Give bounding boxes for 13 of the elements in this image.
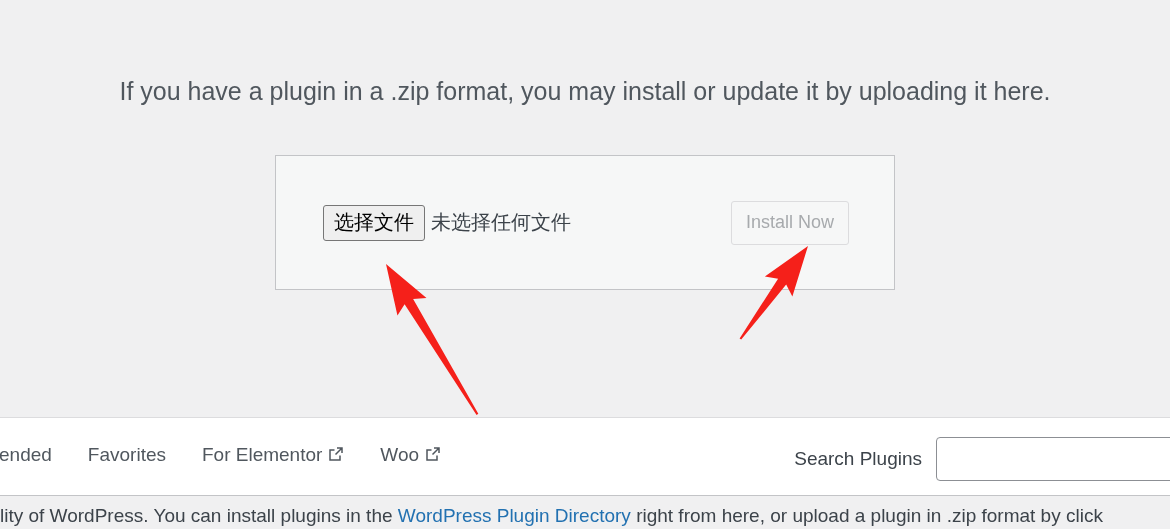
plugin-directory-link[interactable]: WordPress Plugin Directory bbox=[397, 505, 631, 526]
search-field[interactable] bbox=[936, 436, 1170, 481]
file-status: 未选择任何文件 bbox=[431, 210, 571, 235]
external-link-icon bbox=[425, 446, 442, 462]
plugin-tab[interactable]: ended bbox=[0, 436, 52, 477]
choose-file-button[interactable]: 选择文件 bbox=[323, 204, 425, 241]
plugins-description: lity of WordPress. You can install plugins in the WordPress Plugin Directory right from here, or upload a plugin in .zip format by click bbox=[0, 505, 1104, 527]
external-link-icon bbox=[328, 446, 345, 462]
search-label: Search Plugins bbox=[794, 447, 922, 470]
plugin-tab[interactable]: Favorites bbox=[87, 436, 166, 477]
plugin-tab[interactable]: Woo bbox=[380, 436, 442, 477]
upload-instructions: If you have a plugin in a .zip format, you may install or update it by uploading it here. bbox=[119, 77, 1051, 106]
plugin-tab[interactable]: For Elementor bbox=[202, 436, 345, 477]
